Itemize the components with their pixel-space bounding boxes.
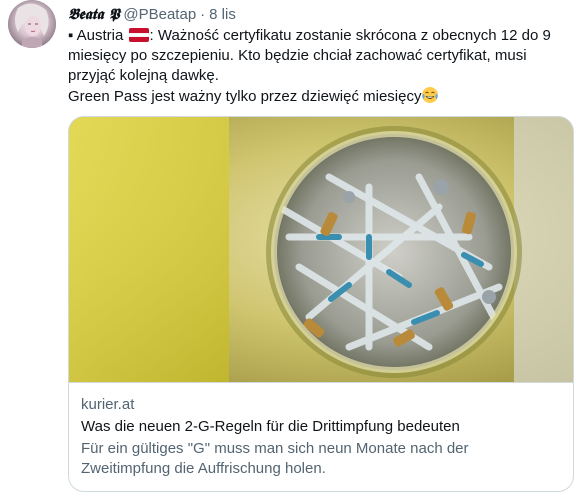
link-card[interactable]: kurier.at Was die neuen 2-G-Regeln für d…: [68, 116, 574, 492]
card-description-line: Für ein gültiges "G" muss man sich neun …: [81, 440, 469, 457]
card-text[interactable]: kurier.at Was die neuen 2-G-Regeln für d…: [69, 382, 573, 491]
card-description-line: Zweitimpfung die Auffrischung holen.: [81, 460, 326, 477]
avatar-image: [8, 0, 56, 48]
tweet-text-segment: Green Pass jest ważny tylko przez dziewi…: [68, 88, 422, 105]
tweet-text: ▪ Austria : Ważność certyfikatu zostanie…: [68, 26, 568, 107]
author-display-name[interactable]: 𝕭𝖊𝖆𝖙𝖆 𝕻: [68, 5, 119, 23]
card-domain: kurier.at: [81, 396, 135, 413]
card-description: Für ein gültiges "G" muss man sich neun …: [81, 439, 561, 479]
tweet-header: 𝕭𝖊𝖆𝖙𝖆 𝕻 @PBeatap · 8 lis: [68, 4, 236, 24]
tweet-text-line: przyjąć kolejną dawkę.: [68, 67, 219, 84]
tweet-text-segment: ▪ Austria: [68, 27, 124, 44]
tweet-text-line: ▪ Austria : Ważność certyfikatu zostanie…: [68, 26, 568, 46]
face-with-tears-of-joy-icon: [422, 87, 439, 103]
tweet[interactable]: 𝕭𝖊𝖆𝖙𝖆 𝕻 @PBeatap · 8 lis ▪ Austria : Waż…: [0, 0, 582, 497]
header-separator: ·: [200, 5, 206, 23]
austria-flag-icon: [128, 28, 149, 42]
avatar[interactable]: [8, 0, 56, 48]
syringes-image: [69, 117, 573, 382]
card-title: Was die neuen 2-G-Regeln für die Drittim…: [81, 418, 460, 435]
author-handle[interactable]: @PBeatap: [123, 6, 196, 23]
tweet-text-line: Green Pass jest ważny tylko przez dziewi…: [68, 86, 568, 107]
tweet-timestamp[interactable]: 8 lis: [209, 6, 236, 23]
tweet-text-line: miesięcy po szczepieniu. Kto będzie chci…: [68, 47, 527, 64]
card-image[interactable]: [69, 117, 573, 382]
tweet-text-segment: : Ważność certyfikatu zostanie skrócona …: [149, 27, 551, 44]
